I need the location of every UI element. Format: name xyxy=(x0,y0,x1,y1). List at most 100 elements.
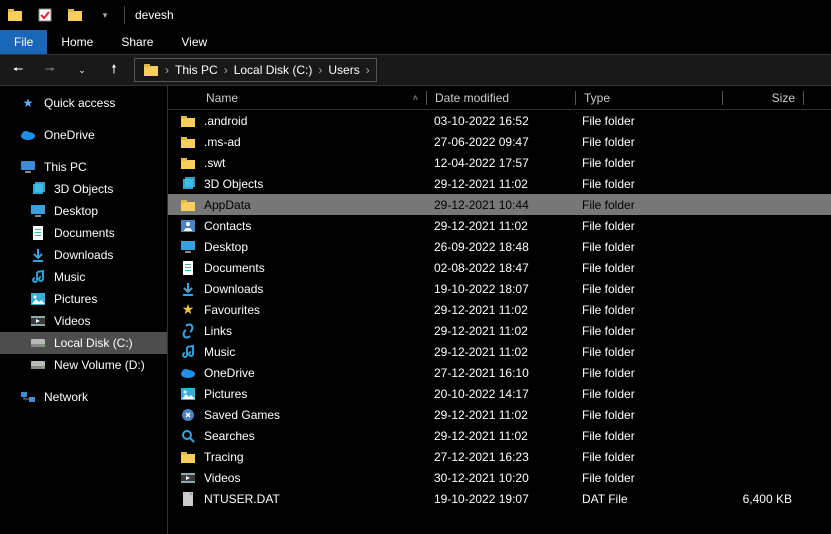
crumb-this-pc[interactable]: This PC xyxy=(171,63,222,77)
crumb-users[interactable]: Users xyxy=(324,63,363,77)
file-row[interactable]: Tracing27-12-2021 16:23File folder xyxy=(168,446,831,467)
col-name[interactable]: Name ˄ xyxy=(168,91,426,105)
file-row[interactable]: Saved Games29-12-2021 11:02File folder xyxy=(168,404,831,425)
qat-dropdown-icon[interactable]: ▾ xyxy=(94,4,116,26)
sidebar-item[interactable]: Pictures xyxy=(0,288,167,310)
3d-icon xyxy=(30,181,46,197)
file-name: Desktop xyxy=(204,240,248,254)
file-type: File folder xyxy=(574,303,720,317)
chevron-right-icon[interactable]: › xyxy=(163,63,171,77)
3d-icon xyxy=(180,176,196,192)
sidebar-item[interactable]: Local Disk (C:) xyxy=(0,332,167,354)
sidebar-item[interactable]: Music xyxy=(0,266,167,288)
folder-icon xyxy=(180,134,196,150)
crumb-local-disk[interactable]: Local Disk (C:) xyxy=(230,63,317,77)
file-type: File folder xyxy=(574,408,720,422)
file-row[interactable]: Searches29-12-2021 11:02File folder xyxy=(168,425,831,446)
chevron-right-icon[interactable]: › xyxy=(316,63,324,77)
nav-back-icon[interactable]: 🠔 xyxy=(6,58,30,82)
folder-icon xyxy=(180,449,196,465)
file-row[interactable]: OneDrive27-12-2021 16:10File folder xyxy=(168,362,831,383)
col-size[interactable]: Size xyxy=(723,91,803,105)
tab-share[interactable]: Share xyxy=(107,30,167,54)
file-row[interactable]: Contacts29-12-2021 11:02File folder xyxy=(168,215,831,236)
file-type: File folder xyxy=(574,366,720,380)
sidebar-quick-access[interactable]: ★ Quick access xyxy=(0,92,167,114)
file-name: .android xyxy=(204,114,247,128)
file-name: 3D Objects xyxy=(204,177,263,191)
file-type: File folder xyxy=(574,219,720,233)
file-row[interactable]: Downloads19-10-2022 18:07File folder xyxy=(168,278,831,299)
file-name: Links xyxy=(204,324,232,338)
file-row[interactable]: .android03-10-2022 16:52File folder xyxy=(168,110,831,131)
sidebar-item[interactable]: 3D Objects xyxy=(0,178,167,200)
col-date[interactable]: Date modified xyxy=(427,91,575,105)
file-type: File folder xyxy=(574,429,720,443)
file-row[interactable]: Desktop26-09-2022 18:48File folder xyxy=(168,236,831,257)
tab-home[interactable]: Home xyxy=(47,30,107,54)
file-name: Saved Games xyxy=(204,408,280,422)
navigation-pane: ★ Quick access OneDrive This PC 3D Objec… xyxy=(0,86,167,534)
qat-properties-icon[interactable] xyxy=(34,4,56,26)
music-icon xyxy=(180,344,196,360)
cloud-icon xyxy=(20,127,36,143)
address-bar[interactable]: › This PC › Local Disk (C:) › Users › xyxy=(134,58,377,82)
file-row[interactable]: Videos30-12-2021 10:20File folder xyxy=(168,467,831,488)
docs-icon xyxy=(30,225,46,241)
file-type: File folder xyxy=(574,177,720,191)
chevron-right-icon[interactable]: › xyxy=(222,63,230,77)
file-type: File folder xyxy=(574,324,720,338)
sidebar-item-label: Videos xyxy=(54,314,90,328)
sidebar-item-label: Downloads xyxy=(54,248,113,262)
tab-view[interactable]: View xyxy=(167,30,221,54)
nav-up-icon[interactable]: 🠕 xyxy=(102,58,126,82)
sidebar-this-pc[interactable]: This PC xyxy=(0,156,167,178)
network-icon xyxy=(20,389,36,405)
sort-asc-icon: ˄ xyxy=(413,93,418,103)
navigation-bar: 🠔 🠖 ⌄ 🠕 › This PC › Local Disk (C:) › Us… xyxy=(0,54,831,86)
file-row[interactable]: .swt12-04-2022 17:57File folder xyxy=(168,152,831,173)
sidebar-item[interactable]: Documents xyxy=(0,222,167,244)
sidebar-item[interactable]: Downloads xyxy=(0,244,167,266)
sidebar-item[interactable]: Videos xyxy=(0,310,167,332)
tab-file[interactable]: File xyxy=(0,30,47,54)
sidebar-item-label: New Volume (D:) xyxy=(54,358,145,372)
file-row[interactable]: ★Favourites29-12-2021 11:02File folder xyxy=(168,299,831,320)
sidebar-label: Network xyxy=(44,390,88,404)
folder-icon xyxy=(180,155,196,171)
file-row[interactable]: NTUSER.DAT19-10-2022 19:07DAT File6,400 … xyxy=(168,488,831,509)
file-name: Tracing xyxy=(204,450,244,464)
file-name: Favourites xyxy=(204,303,260,317)
file-row[interactable]: AppData29-12-2021 10:44File folder xyxy=(168,194,831,215)
sidebar-network[interactable]: Network xyxy=(0,386,167,408)
file-name: Videos xyxy=(204,471,240,485)
file-row[interactable]: Pictures20-10-2022 14:17File folder xyxy=(168,383,831,404)
games-icon xyxy=(180,407,196,423)
sidebar-item[interactable]: New Volume (D:) xyxy=(0,354,167,376)
file-row[interactable]: Documents02-08-2022 18:47File folder xyxy=(168,257,831,278)
file-name: OneDrive xyxy=(204,366,255,380)
sidebar-onedrive[interactable]: OneDrive xyxy=(0,124,167,146)
music-icon xyxy=(30,269,46,285)
nav-forward-icon[interactable]: 🠖 xyxy=(38,58,62,82)
file-row[interactable]: .ms-ad27-06-2022 09:47File folder xyxy=(168,131,831,152)
file-type: File folder xyxy=(574,345,720,359)
sidebar-item[interactable]: Desktop xyxy=(0,200,167,222)
qat-newfolder-icon[interactable] xyxy=(64,4,86,26)
col-type[interactable]: Type xyxy=(576,91,722,105)
file-name: Music xyxy=(204,345,235,359)
file-row[interactable]: Music29-12-2021 11:02File folder xyxy=(168,341,831,362)
file-date: 02-08-2022 18:47 xyxy=(426,261,574,275)
file-row[interactable]: 3D Objects29-12-2021 11:02File folder xyxy=(168,173,831,194)
disk-icon xyxy=(30,357,46,373)
nav-recent-dropdown-icon[interactable]: ⌄ xyxy=(70,58,94,82)
chevron-right-icon[interactable]: › xyxy=(364,63,372,77)
file-icon xyxy=(180,491,196,507)
col-name-label: Name xyxy=(206,91,238,105)
file-row[interactable]: Links29-12-2021 11:02File folder xyxy=(168,320,831,341)
address-root-icon[interactable] xyxy=(139,62,163,78)
sidebar-item-label: 3D Objects xyxy=(54,182,113,196)
sidebar-item-label: Desktop xyxy=(54,204,98,218)
file-type: File folder xyxy=(574,387,720,401)
down-icon xyxy=(180,281,196,297)
